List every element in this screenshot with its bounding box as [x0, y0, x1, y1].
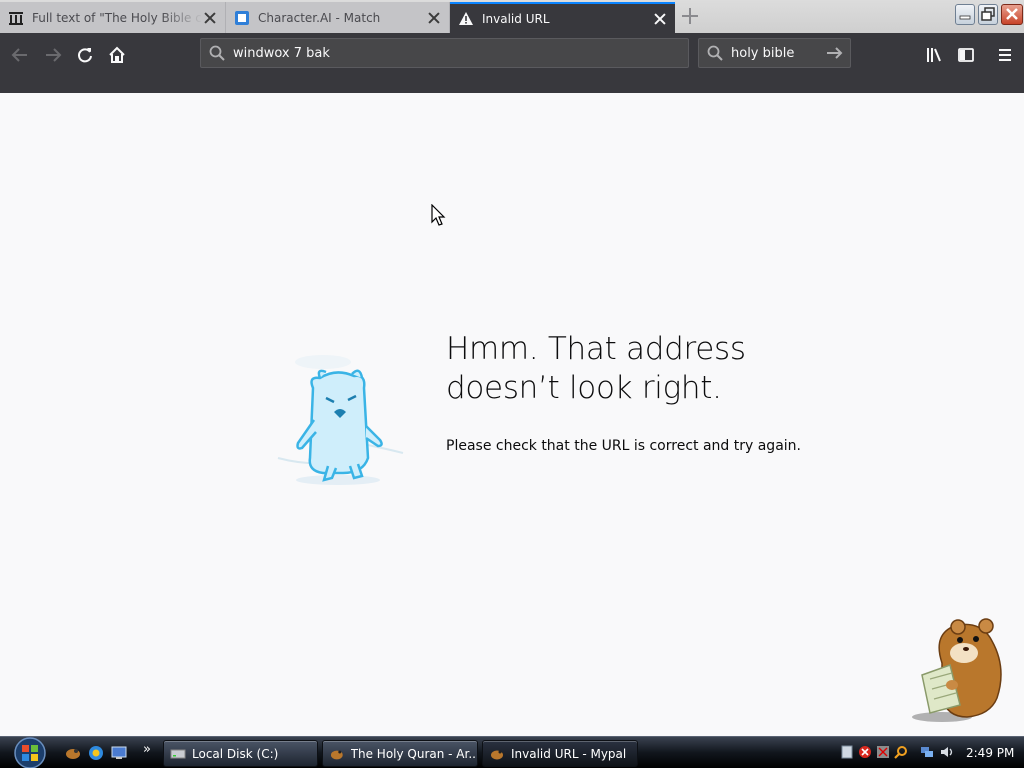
- reload-icon: [78, 48, 92, 63]
- tray-volume-icon[interactable]: [940, 745, 954, 759]
- back-button[interactable]: [6, 41, 34, 69]
- tray-files-icon[interactable]: [840, 745, 854, 759]
- mouse-cursor-icon: [431, 204, 446, 226]
- hamster-browser-icon: [491, 750, 503, 759]
- tray-network-icon[interactable]: [876, 745, 890, 759]
- restore-window-button[interactable]: [978, 4, 998, 25]
- start-button[interactable]: [8, 737, 52, 768]
- hamster-desktop-pet[interactable]: [902, 613, 1012, 723]
- search-input[interactable]: holy bible: [698, 38, 851, 68]
- close-tab-icon[interactable]: [427, 11, 441, 25]
- menu-button[interactable]: [991, 41, 1019, 69]
- error-character-illustration: [277, 355, 404, 485]
- close-tab-icon[interactable]: [653, 12, 667, 26]
- quick-launch-desktop-icon[interactable]: [110, 745, 128, 761]
- taskbar-item-invalid-url[interactable]: Invalid URL - Mypal: [482, 740, 638, 767]
- forward-button[interactable]: [39, 41, 67, 69]
- system-clock[interactable]: 2:49 PM: [966, 746, 1014, 760]
- tray-network-connection-icon[interactable]: [920, 745, 934, 759]
- url-value: windwox 7 bak: [233, 45, 330, 61]
- hamster-browser-icon: [330, 750, 343, 759]
- tab-holy-bible[interactable]: Full text of "The Holy Bible co: [0, 2, 226, 33]
- taskbar-item-local-disk[interactable]: Local Disk (C:): [163, 740, 318, 767]
- home-icon: [109, 46, 125, 63]
- warning-icon: [458, 11, 474, 27]
- search-icon: [209, 45, 225, 61]
- tab-strip: Full text of "The Holy Bible co Characte…: [0, 0, 1024, 33]
- library-button[interactable]: [920, 41, 948, 69]
- search-icon: [707, 45, 723, 61]
- search-go-arrow-icon[interactable]: [826, 45, 844, 61]
- tab-title: Full text of "The Holy Bible co: [32, 10, 203, 25]
- tray-security-alert-icon[interactable]: [858, 745, 872, 759]
- minimize-window-button[interactable]: [955, 4, 975, 25]
- taskbar-item-holy-quran[interactable]: The Holy Quran - Ar...: [322, 740, 478, 767]
- tab-title: Invalid URL: [482, 11, 550, 26]
- tab-character-ai[interactable]: Character.AI - Match: [226, 2, 450, 33]
- quick-launch-browser-icon[interactable]: [87, 745, 105, 761]
- close-window-button[interactable]: [1001, 4, 1023, 25]
- tab-title: Character.AI - Match: [258, 10, 381, 25]
- back-arrow-icon: [11, 48, 27, 62]
- new-tab-button[interactable]: [680, 6, 700, 26]
- error-description: Please check that the URL is correct and…: [446, 438, 801, 454]
- close-tab-icon[interactable]: [203, 11, 217, 25]
- navigation-toolbar: windwox 7 bak holy bible: [0, 33, 1024, 93]
- character-ai-icon: [234, 10, 250, 26]
- tray-search-icon[interactable]: [894, 745, 908, 759]
- quick-launch-hamster-icon[interactable]: [64, 745, 82, 761]
- archive-building-icon: [8, 10, 24, 26]
- reload-button[interactable]: [71, 41, 99, 69]
- sidebar-toggle-button[interactable]: [952, 41, 980, 69]
- error-title: Hmm. That address doesn’t look right.: [446, 331, 746, 406]
- sidebar-icon: [958, 48, 974, 62]
- tab-invalid-url[interactable]: Invalid URL: [450, 2, 675, 33]
- hamburger-menu-icon: [999, 49, 1011, 61]
- error-page: Hmm. That address doesn’t look right. Pl…: [0, 93, 1024, 736]
- windows-taskbar: » Local Disk (C:) The Holy Quran - Ar...…: [0, 736, 1024, 768]
- drive-icon: [170, 749, 186, 758]
- search-value: holy bible: [731, 45, 795, 61]
- url-input[interactable]: windwox 7 bak: [200, 38, 689, 68]
- library-icon: [927, 48, 941, 62]
- home-button[interactable]: [103, 41, 131, 69]
- taskbar-overflow-chevron-icon[interactable]: »: [143, 742, 151, 757]
- forward-arrow-icon: [46, 48, 62, 62]
